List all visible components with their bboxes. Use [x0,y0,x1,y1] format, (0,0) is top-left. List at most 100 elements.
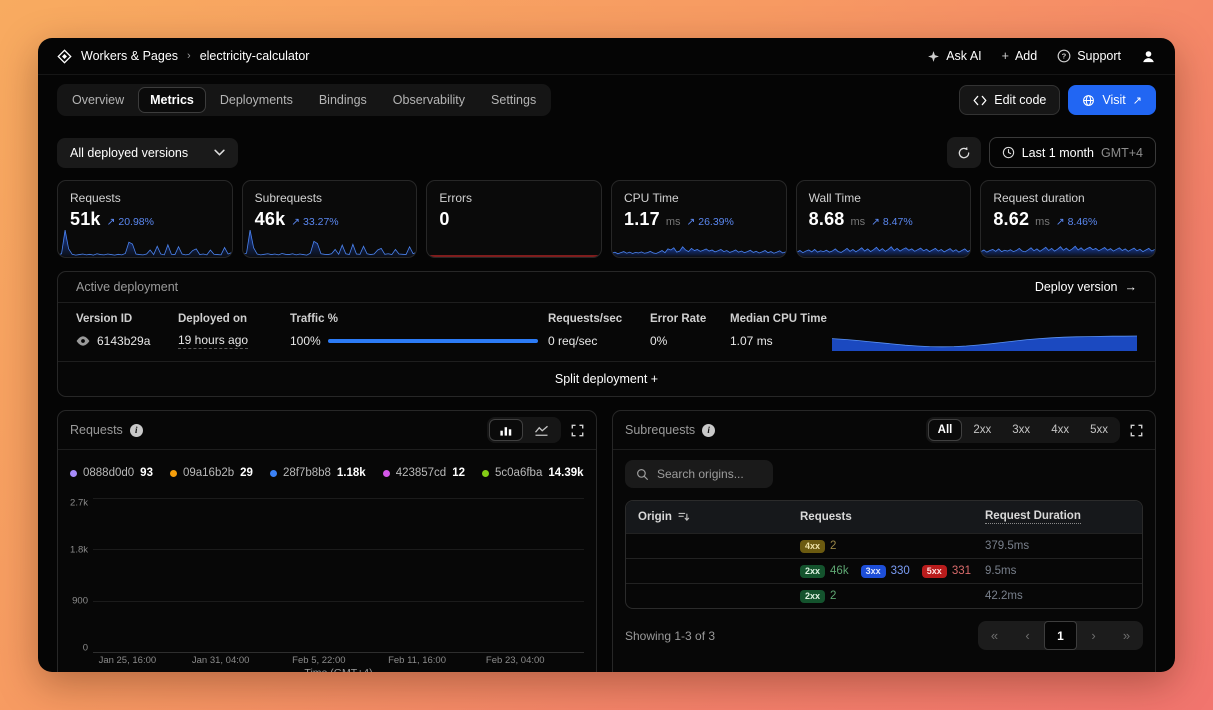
requests-panel: Requests i [57,410,597,672]
metric-card-errors[interactable]: Errors 0 [426,180,602,258]
split-deployment-button[interactable]: Split deployment + [58,361,1155,396]
time-range-button[interactable]: Last 1 month GMT+4 [989,137,1156,168]
refresh-icon [957,146,971,160]
tabs-row: Overview Metrics Deployments Bindings Ob… [38,75,1175,126]
timezone-label: GMT+4 [1101,146,1143,160]
y-tick: 0 [83,643,88,654]
col-request-duration[interactable]: Request Duration [985,510,1130,524]
status-tab-all[interactable]: All [928,419,963,441]
top-actions: Ask AI + Add ? Support [927,49,1156,64]
col-deployed-on: Deployed on [178,305,280,329]
active-deployment-title: Active deployment [76,280,178,294]
metric-card-requests[interactable]: Requests 51k ↗ 20.98% [57,180,233,258]
version-id-cell[interactable]: 6143b29a [76,330,168,360]
deploy-version-button[interactable]: Deploy version → [1035,280,1137,294]
tab-observability[interactable]: Observability [381,87,477,113]
tab-group: Overview Metrics Deployments Bindings Ob… [57,84,551,116]
subrequests-sparkline [243,230,417,257]
info-icon[interactable]: i [702,424,715,437]
add-button[interactable]: + Add [1002,49,1038,63]
col-version-id: Version ID [76,305,168,329]
status-tab-3xx[interactable]: 3xx [1002,419,1040,441]
search-origins-box[interactable] [625,460,773,488]
expand-icon[interactable] [1130,424,1143,437]
delta-badge: ↗ 33.27% [291,216,338,228]
requests-sec-cell: 0 req/sec [548,330,640,360]
legend-item[interactable]: 5c0a6fba14.39k [482,467,584,479]
table-row[interactable]: 2xx2 42.2ms [626,583,1142,608]
search-origins-input[interactable] [657,467,762,481]
trend-up-icon: ↗ [291,216,300,228]
errors-zero-line [427,255,601,257]
bar-chart-toggle[interactable] [489,419,523,441]
traffic-progress-bar [328,339,538,343]
x-axis-title: Time (GMT+4) [66,667,584,672]
external-link-icon: ↗ [1133,94,1142,107]
deployed-on-cell[interactable]: 19 hours ago [178,329,280,361]
tab-deployments[interactable]: Deployments [208,87,305,113]
tab-settings[interactable]: Settings [479,87,548,113]
metric-card-cpu-time[interactable]: CPU Time 1.17 ms ↗ 26.39% [611,180,787,258]
delta-badge: ↗ 8.47% [871,216,913,228]
table-row[interactable]: 4xx2 379.5ms [626,533,1142,558]
pagination-prev-button[interactable]: ‹ [1011,621,1044,650]
pagination-next-button[interactable]: › [1077,621,1110,650]
trend-up-icon: ↗ [687,216,696,228]
y-axis-labels: 2.7k 1.8k 900 0 [66,498,93,653]
status-tab-5xx[interactable]: 5xx [1080,419,1118,441]
tab-bindings[interactable]: Bindings [307,87,379,113]
requests-bar-chart: 2.7k 1.8k 900 0 Jan 25, 1 [58,494,596,672]
pagination-first-button[interactable]: « [978,621,1011,650]
status-tab-4xx[interactable]: 4xx [1041,419,1079,441]
ask-ai-button[interactable]: Ask AI [927,49,981,63]
sparkle-icon [927,50,940,63]
metric-value: 8.62 [993,209,1029,230]
legend-item[interactable]: 0888d0d093 [70,467,153,479]
code-icon [973,95,987,106]
x-axis-labels: Jan 25, 16:00 Jan 31, 04:00 Feb 5, 22:00… [93,653,584,667]
account-avatar-icon[interactable] [1141,49,1156,64]
globe-icon [1082,94,1095,107]
col-origin[interactable]: Origin [638,511,800,523]
breadcrumb-page: electricity-calculator [200,49,310,63]
x-tick: Feb 5, 22:00 [292,655,345,666]
versions-dropdown[interactable]: All deployed versions [57,138,238,168]
status-tab-2xx[interactable]: 2xx [963,419,1001,441]
clock-icon [1002,146,1015,159]
refresh-button[interactable] [947,137,981,168]
metric-card-request-duration[interactable]: Request duration 8.62 ms ↗ 8.46% [980,180,1156,258]
table-row[interactable]: 2xx46k 3xx330 5xx331 9.5ms [626,558,1142,583]
delta-badge: ↗ 26.39% [687,216,734,228]
metric-card-wall-time[interactable]: Wall Time 8.68 ms ↗ 8.47% [796,180,972,258]
info-icon[interactable]: i [130,424,143,437]
expand-icon[interactable] [571,424,584,437]
trend-up-icon: ↗ [107,216,116,228]
legend-item[interactable]: 423857cd12 [383,467,465,479]
y-tick: 2.7k [70,497,88,508]
metric-value: 8.68 [809,209,845,230]
tab-overview[interactable]: Overview [60,87,136,113]
line-chart-icon [534,424,549,436]
question-icon: ? [1057,49,1071,63]
requests-panel-title: Requests [70,423,123,437]
legend-item[interactable]: 09a16b2b29 [170,467,253,479]
support-button[interactable]: ? Support [1057,49,1121,63]
metric-card-subrequests[interactable]: Subrequests 46k ↗ 33.27% [242,180,418,258]
visit-button[interactable]: Visit ↗ [1068,85,1156,115]
line-chart-toggle[interactable] [524,419,559,441]
tab-metrics[interactable]: Metrics [138,87,206,113]
metric-unit: ms [851,216,866,228]
subrequests-panel: Subrequests i All 2xx 3xx 4xx 5xx [612,410,1156,672]
pagination-last-button[interactable]: » [1110,621,1143,650]
legend-item[interactable]: 28f7b8b81.18k [270,467,366,479]
pagination: « ‹ 1 › » [978,621,1143,650]
breadcrumb-app[interactable]: Workers & Pages [81,49,178,63]
sort-icon[interactable] [678,512,690,522]
y-tick: 900 [72,596,88,607]
subrequests-panel-title: Subrequests [625,423,695,437]
pagination-current-page[interactable]: 1 [1044,621,1077,650]
edit-code-button[interactable]: Edit code [959,85,1060,115]
arrow-right-icon: → [1125,280,1138,294]
plot-area[interactable] [93,498,584,653]
chevron-down-icon [214,149,225,156]
